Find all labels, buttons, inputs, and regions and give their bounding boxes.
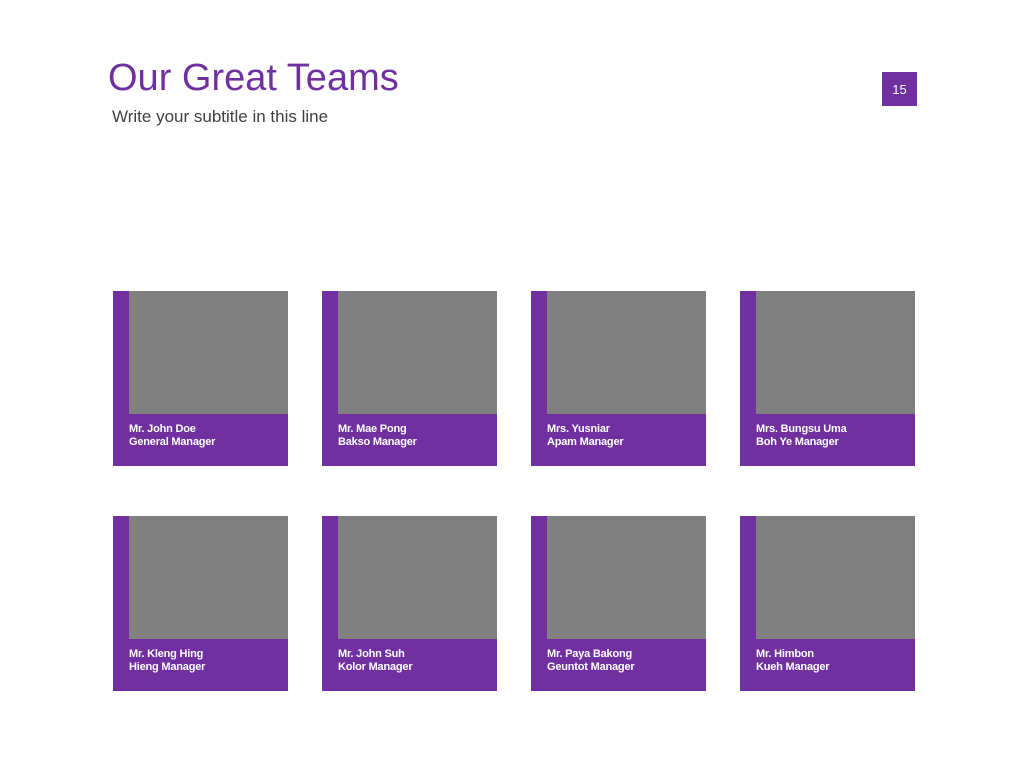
team-card[interactable]: Mrs. Yusniar Apam Manager [531, 291, 706, 466]
photo-placeholder [129, 516, 288, 639]
team-caption: Mrs. Yusniar Apam Manager [547, 423, 702, 449]
slide-title: Our Great Teams [108, 57, 399, 99]
member-role: Kolor Manager [338, 661, 413, 673]
member-role: Hieng Manager [129, 661, 206, 673]
member-name: Mrs. Yusniar [547, 423, 610, 435]
team-caption: Mr. Himbon Kueh Manager [756, 648, 911, 674]
member-role: General Manager [129, 436, 216, 448]
photo-placeholder [129, 291, 288, 414]
team-caption: Mr. Paya Bakong Geuntot Manager [547, 648, 702, 674]
photo-placeholder [756, 516, 915, 639]
page-number-badge: 15 [882, 72, 917, 106]
slide-subtitle: Write your subtitle in this line [112, 107, 329, 126]
team-card[interactable]: Mr. John Suh Kolor Manager [322, 516, 497, 691]
team-card[interactable]: Mr. John Doe General Manager [113, 291, 288, 466]
team-grid: Mr. John Doe General Manager Mr. Mae Pon… [113, 291, 915, 691]
team-caption: Mr. Kleng Hing Hieng Manager [129, 648, 284, 674]
team-card[interactable]: Mr. Paya Bakong Geuntot Manager [531, 516, 706, 691]
photo-placeholder [756, 291, 915, 414]
photo-placeholder [547, 516, 706, 639]
member-name: Mr. John Doe [129, 423, 196, 435]
photo-placeholder [547, 291, 706, 414]
member-name: Mrs. Bungsu Uma [756, 423, 847, 435]
photo-placeholder [338, 291, 497, 414]
team-caption: Mr. John Doe General Manager [129, 423, 284, 449]
member-name: Mr. Kleng Hing [129, 648, 204, 660]
member-name: Mr. John Suh [338, 648, 405, 660]
team-card[interactable]: Mr. Himbon Kueh Manager [740, 516, 915, 691]
member-role: Bakso Manager [338, 436, 417, 448]
team-card[interactable]: Mrs. Bungsu Uma Boh Ye Manager [740, 291, 915, 466]
team-card[interactable]: Mr. Mae Pong Bakso Manager [322, 291, 497, 466]
team-caption: Mr. John Suh Kolor Manager [338, 648, 493, 674]
member-role: Geuntot Manager [547, 661, 635, 673]
member-name: Mr. Himbon [756, 648, 814, 660]
photo-placeholder [338, 516, 497, 639]
member-role: Boh Ye Manager [756, 436, 839, 448]
member-name: Mr. Paya Bakong [547, 648, 633, 660]
team-caption: Mrs. Bungsu Uma Boh Ye Manager [756, 423, 911, 449]
member-name: Mr. Mae Pong [338, 423, 407, 435]
team-card[interactable]: Mr. Kleng Hing Hieng Manager [113, 516, 288, 691]
member-role: Kueh Manager [756, 661, 830, 673]
team-caption: Mr. Mae Pong Bakso Manager [338, 423, 493, 449]
member-role: Apam Manager [547, 436, 624, 448]
